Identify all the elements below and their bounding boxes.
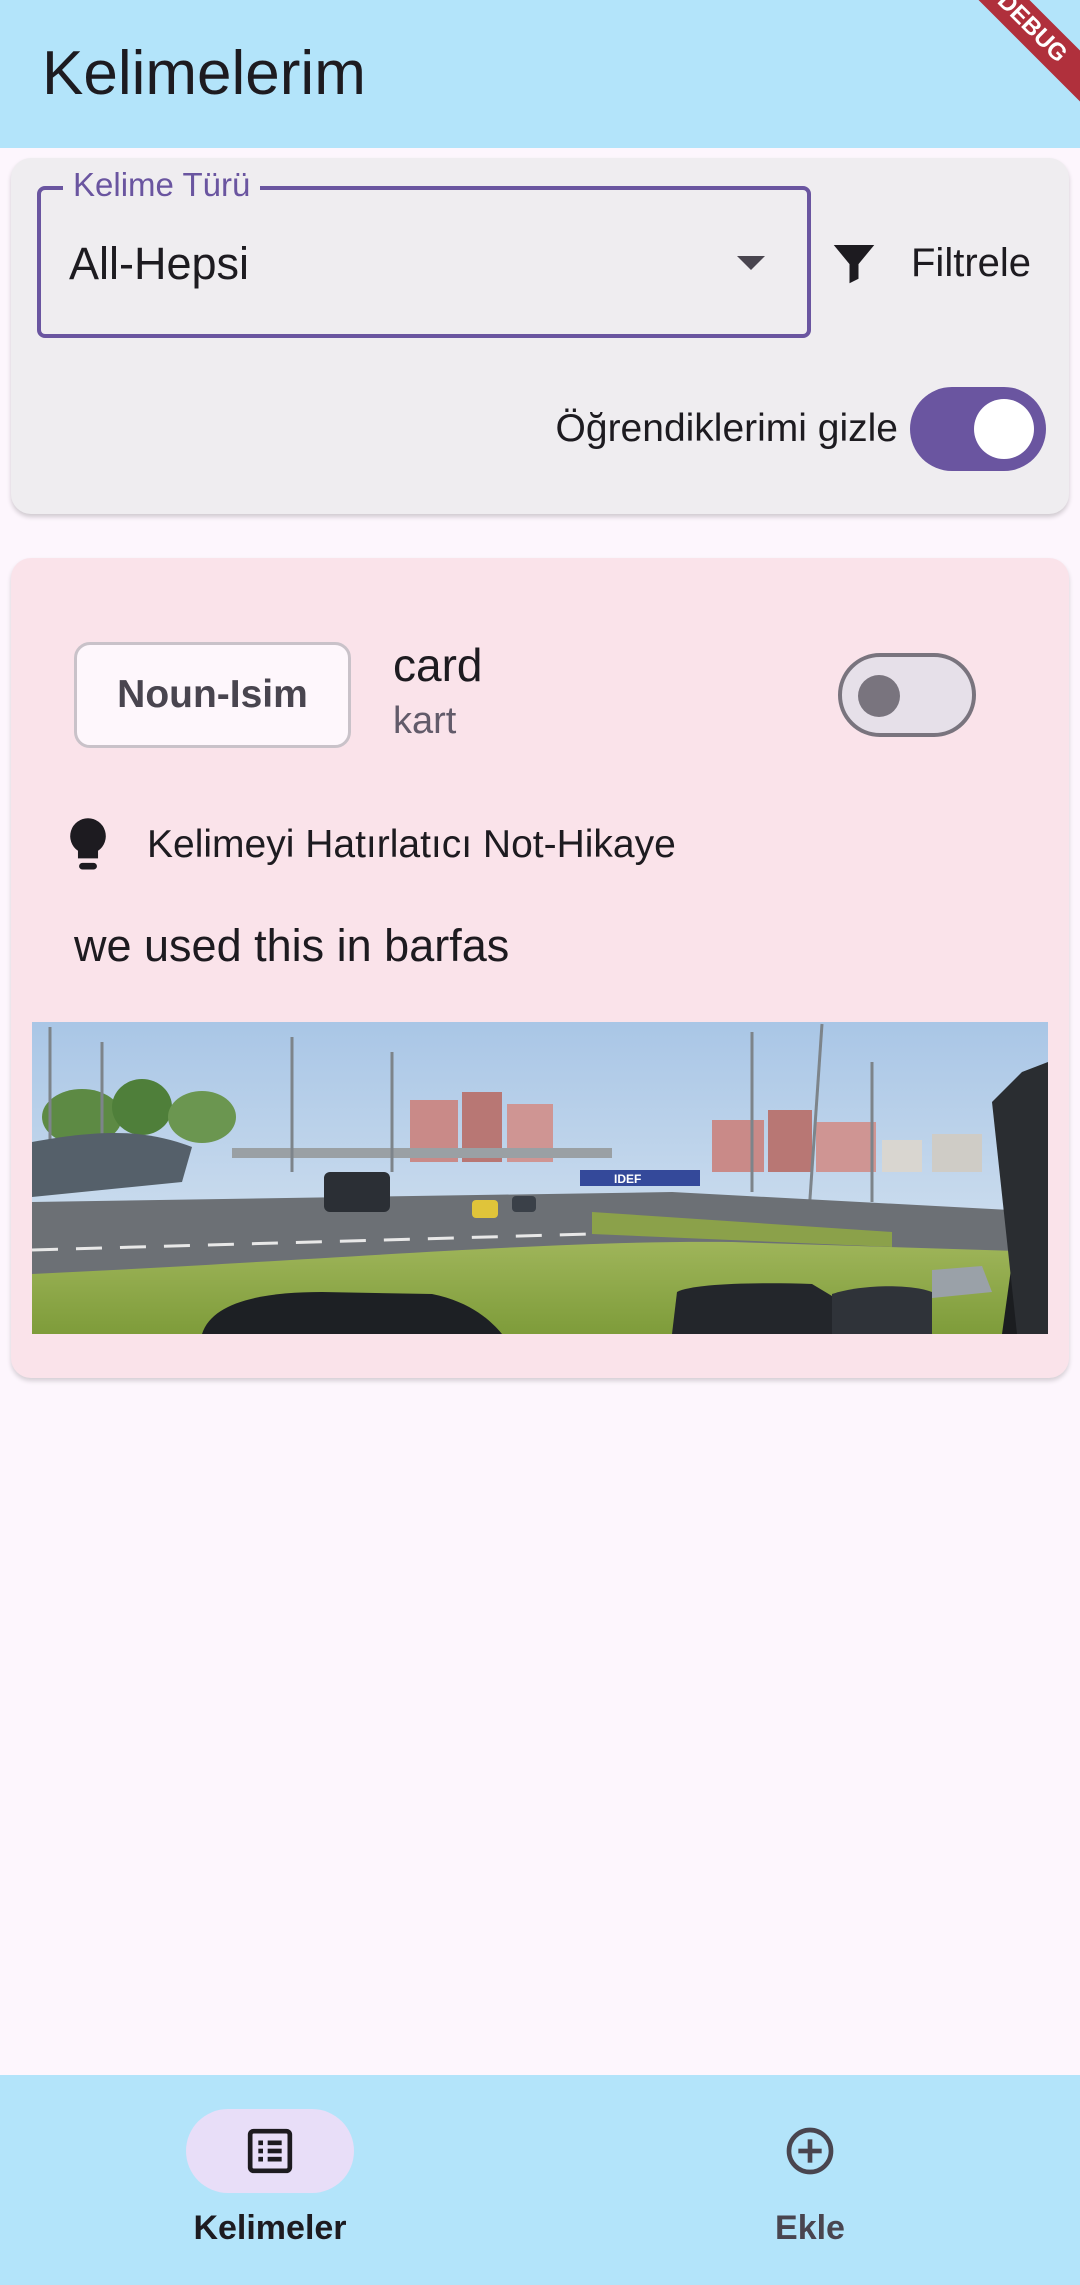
add-circle-icon (786, 2127, 834, 2175)
hide-learned-label: Öğrendiklerimi gizle (555, 407, 898, 450)
lightbulb-icon (70, 818, 106, 870)
word-photo: IDEF (32, 1022, 1048, 1334)
word-card[interactable]: Noun-Isim card kart Kelimeyi Hatırlatıcı… (11, 558, 1069, 1378)
debug-banner: DEBUG (948, 0, 1080, 112)
word-note: we used this in barfas (74, 920, 510, 971)
filter-card: Kelime Türü All-Hepsi Filtrele Öğrendikl… (11, 158, 1069, 514)
photo-sign-text: IDEF (614, 1172, 641, 1186)
hide-learned-row: Öğrendiklerimi gizle (311, 384, 1046, 474)
nav-item-kelimeler[interactable]: Kelimeler (0, 2075, 540, 2285)
bottom-navigation: Kelimeler Ekle (0, 2075, 1080, 2285)
nav-item-ekle[interactable]: Ekle (540, 2075, 1080, 2285)
hint-row: Kelimeyi Hatırlatıcı Not-Hikaye (61, 810, 676, 880)
nav-label-kelimeler: Kelimeler (193, 2209, 347, 2247)
word-type-chip[interactable]: Noun-Isim (74, 642, 351, 748)
hide-learned-switch[interactable] (910, 387, 1046, 471)
filter-button-label: Filtrele (911, 240, 1032, 285)
dropdown-arrow-icon (737, 256, 765, 270)
list-icon (247, 2128, 293, 2174)
word-text: card (393, 639, 483, 691)
app-bar: Kelimelerim DEBUG (0, 0, 1080, 148)
hint-label: Kelimeyi Hatırlatıcı Not-Hikaye (147, 823, 676, 866)
switch-knob (858, 675, 900, 717)
filter-button[interactable]: Filtrele (819, 228, 1059, 298)
nav-label-ekle: Ekle (775, 2209, 845, 2247)
learned-switch[interactable] (838, 653, 976, 737)
dropdown-selected-value: All-Hepsi (69, 238, 250, 289)
nav-icon-container (726, 2109, 894, 2193)
switch-knob (974, 399, 1034, 459)
filter-icon (833, 245, 875, 284)
page-title: Kelimelerim (42, 39, 366, 108)
word-type-dropdown[interactable]: Kelime Türü All-Hepsi (37, 166, 811, 338)
nav-active-indicator (186, 2109, 354, 2193)
dropdown-label: Kelime Türü (63, 166, 261, 204)
app-root: Kelimelerim DEBUG Kelime Türü All-Hepsi … (0, 0, 1080, 2285)
word-meaning: kart (393, 700, 457, 742)
